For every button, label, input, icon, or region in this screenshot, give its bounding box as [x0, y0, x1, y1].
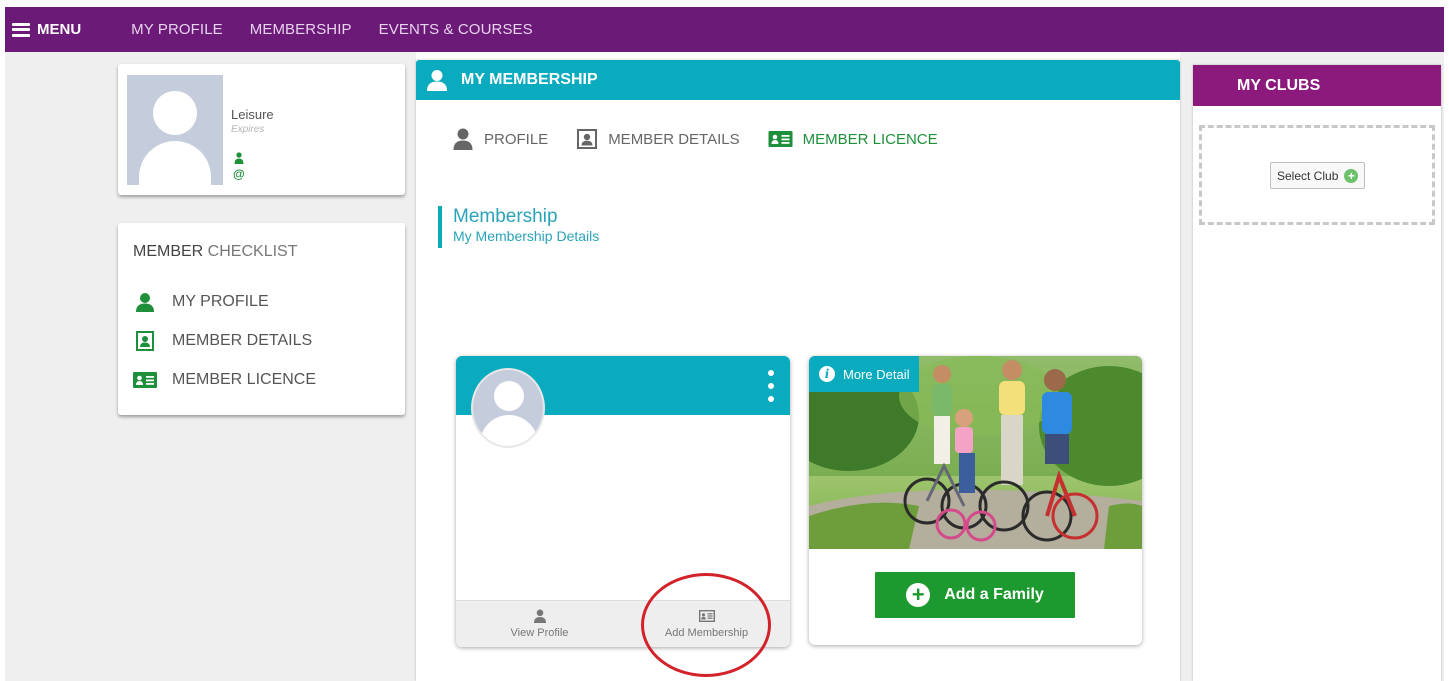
section-title: Membership — [453, 206, 558, 227]
email-icon: @ — [233, 167, 245, 181]
section-heading: Membership My Membership Details — [438, 206, 599, 248]
hamburger-icon — [12, 22, 30, 37]
info-icon: i — [819, 366, 835, 382]
tab-member-licence[interactable]: MEMBER LICENCE — [768, 128, 938, 150]
top-nav: MENU MY PROFILE MEMBERSHIP EVENTS & COUR… — [5, 7, 1444, 52]
view-profile-button[interactable]: View Profile — [456, 601, 623, 647]
plus-circle-icon: + — [906, 583, 931, 607]
membership-type: Leisure — [231, 107, 274, 122]
nav-link-membership[interactable]: MEMBERSHIP — [250, 21, 352, 38]
licence-card-icon — [698, 609, 715, 623]
tab-profile[interactable]: PROFILE — [452, 128, 548, 150]
checklist-item-my-profile[interactable]: MY PROFILE — [133, 292, 269, 312]
add-family-button[interactable]: + Add a Family — [875, 572, 1075, 618]
licence-card-icon — [133, 370, 157, 390]
add-family-card: i More Detail + Add a Family — [809, 356, 1142, 645]
person-icon — [452, 128, 474, 150]
id-badge-icon — [133, 331, 157, 351]
section-subtitle: My Membership Details — [453, 228, 600, 244]
nav-link-my-profile[interactable]: MY PROFILE — [131, 21, 223, 38]
checklist-item-member-licence[interactable]: MEMBER LICENCE — [133, 370, 316, 390]
expires-label: Expires — [231, 124, 265, 135]
my-clubs-panel: MY CLUBS Select Club + — [1193, 65, 1441, 681]
avatar — [471, 368, 545, 448]
person-icon — [427, 70, 447, 91]
avatar[interactable] — [127, 75, 223, 185]
person-icon — [533, 609, 546, 623]
tab-member-details[interactable]: MEMBER DETAILS — [576, 128, 740, 150]
checklist-item-member-details[interactable]: MEMBER DETAILS — [133, 331, 312, 351]
select-club-button[interactable]: Select Club + — [1270, 162, 1366, 189]
more-options-icon[interactable] — [767, 370, 775, 402]
id-badge-icon — [576, 128, 598, 150]
licence-card-icon — [768, 128, 793, 150]
member-card: View Profile Add Membership — [456, 356, 790, 647]
member-checklist: MEMBER CHECKLIST MY PROFILE MEMBER DETAI… — [118, 223, 405, 415]
membership-header: MY MEMBERSHIP — [416, 60, 1180, 100]
profile-card: Leisure Expires @ — [118, 64, 405, 195]
membership-tabs: PROFILE MEMBER DETAILS MEMBER LICENCE — [452, 128, 966, 150]
person-icon — [133, 292, 157, 312]
membership-header-title: MY MEMBERSHIP — [461, 71, 598, 88]
menu-label: MENU — [37, 21, 82, 38]
more-detail-button[interactable]: i More Detail — [809, 356, 920, 392]
member-card-footer: View Profile Add Membership — [456, 600, 790, 647]
club-dropzone: Select Club + — [1199, 125, 1435, 225]
plus-circle-icon: + — [1344, 168, 1359, 183]
person-icon — [234, 152, 244, 164]
add-membership-button[interactable]: Add Membership — [623, 601, 790, 647]
menu-button[interactable]: MENU — [12, 21, 81, 38]
nav-link-events-courses[interactable]: EVENTS & COURSES — [379, 21, 533, 38]
checklist-title: MEMBER CHECKLIST — [133, 243, 298, 260]
my-clubs-header: MY CLUBS — [1193, 65, 1441, 106]
